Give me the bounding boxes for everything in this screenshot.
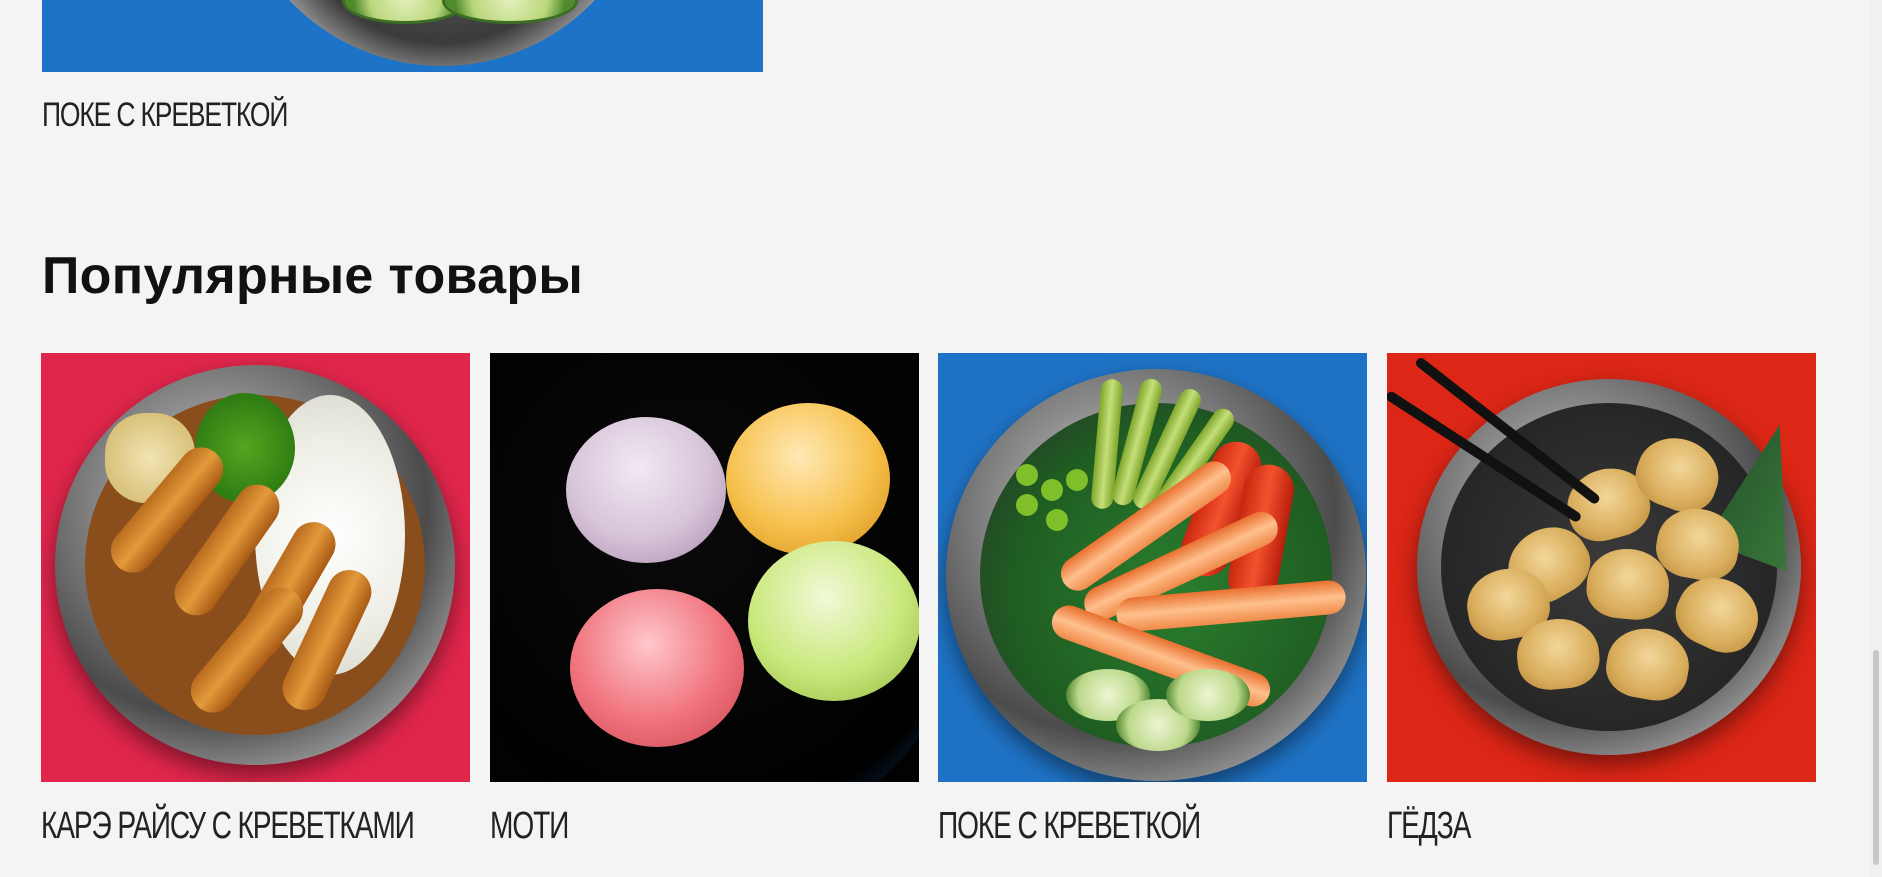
page: ПОКЕ С КРЕВЕТКОЙ Популярные товары КАРЭ … (0, 0, 1882, 877)
product-image[interactable] (41, 353, 470, 782)
product-image[interactable] (1387, 353, 1816, 782)
product-title[interactable]: ГЁДЗА (1387, 805, 1471, 848)
scrollbar[interactable] (1870, 0, 1882, 877)
mochi-graphic (748, 541, 919, 701)
product-card[interactable]: МОТИ (490, 353, 919, 847)
product-card[interactable]: КАРЭ РАЙСУ С КРЕВЕТКАМИ (41, 353, 470, 847)
product-title[interactable]: МОТИ (490, 805, 569, 848)
mochi-graphic (566, 417, 726, 563)
section-title: Популярные товары (42, 247, 584, 305)
bowl-graphic (55, 365, 455, 765)
product-title[interactable]: ПОКЕ С КРЕВЕТКОЙ (938, 805, 1201, 848)
product-image[interactable] (938, 353, 1367, 782)
product-image-top[interactable] (42, 0, 763, 72)
product-card[interactable]: ПОКЕ С КРЕВЕТКОЙ (938, 353, 1367, 847)
product-title[interactable]: КАРЭ РАЙСУ С КРЕВЕТКАМИ (41, 805, 415, 848)
mochi-graphic (570, 589, 744, 747)
bowl-graphic (946, 369, 1366, 781)
scrollbar-thumb[interactable] (1873, 650, 1879, 865)
mochi-graphic (726, 403, 890, 555)
product-image[interactable] (490, 353, 919, 782)
product-title-top[interactable]: ПОКЕ С КРЕВЕТКОЙ (42, 96, 288, 135)
product-card[interactable]: ГЁДЗА (1387, 353, 1816, 847)
bowl-graphic (1417, 379, 1801, 755)
